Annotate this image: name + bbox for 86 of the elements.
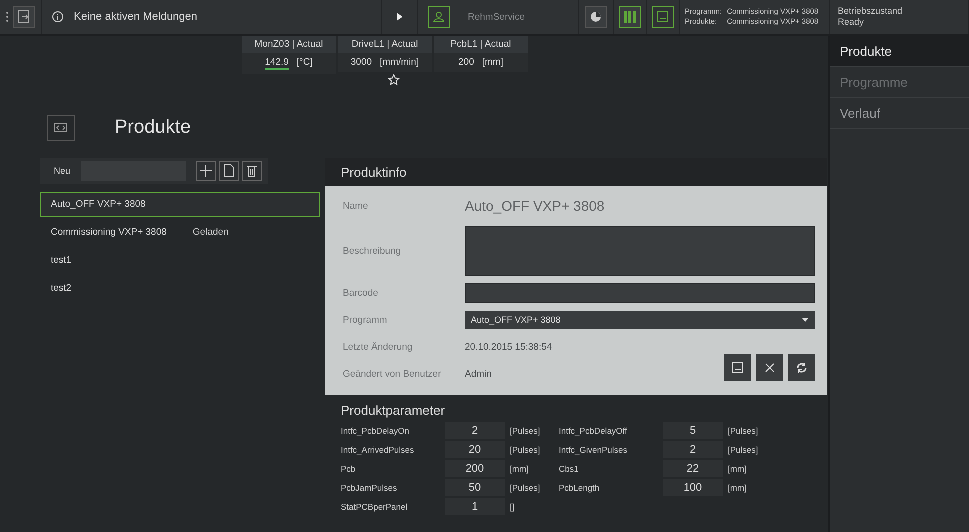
pie-chart-icon[interactable] xyxy=(585,6,607,28)
product-list-item[interactable]: test2 xyxy=(40,276,320,301)
parameter-name: Intfc_PcbDelayOn xyxy=(341,426,411,436)
section-title: Produktparameter xyxy=(341,403,446,418)
add-button[interactable] xyxy=(196,161,216,181)
columns-icon[interactable] xyxy=(619,6,641,28)
field-value: Admin xyxy=(465,368,493,380)
parameter-field[interactable]: 200 xyxy=(445,460,505,477)
field-label: Geändert von Benutzer xyxy=(343,368,442,380)
parameter-unit: [mm] xyxy=(727,464,748,474)
play-icon[interactable] xyxy=(397,13,402,21)
parameter-unit: [mm] xyxy=(509,464,530,474)
parameter-field[interactable]: 5 xyxy=(663,422,723,439)
parameter-unit: [Pulses] xyxy=(509,482,542,492)
field-label: Beschreibung xyxy=(343,246,402,256)
product-list-item[interactable]: test1 xyxy=(40,248,320,273)
parameter-unit: [Pulses] xyxy=(727,426,760,436)
document-icon xyxy=(223,164,235,178)
refresh-icon xyxy=(796,362,808,374)
parameter-name: PcbLength xyxy=(559,482,601,492)
product-list-item[interactable]: Auto_OFF VXP+ 3808 xyxy=(40,192,320,217)
monitor-value: 3000 xyxy=(350,57,372,68)
product-list-item[interactable]: Commissioning VXP+ 3808 Geladen xyxy=(40,220,320,245)
name-value: Auto_OFF VXP+ 3808 xyxy=(465,198,606,214)
parameter-unit: [Pulses] xyxy=(509,444,542,454)
monitor-unit: [°C] xyxy=(296,57,313,70)
sidebar-item[interactable]: Produkte xyxy=(830,36,969,67)
monitor-value: 200 xyxy=(458,57,474,68)
state-label: Betriebszustand xyxy=(838,6,903,17)
parameter-field[interactable]: 22 xyxy=(663,460,723,477)
parameter-field[interactable]: 1 xyxy=(445,498,505,515)
field-label: Letzte Änderung xyxy=(343,342,414,352)
caret-icon xyxy=(802,318,809,322)
parameter-field[interactable]: 100 xyxy=(663,479,723,496)
parameter-name: PcbJamPulses xyxy=(341,482,398,492)
exit-icon[interactable] xyxy=(13,6,35,28)
monitor-value: 142.9 xyxy=(265,57,289,70)
parameter-name: Intfc_PcbDelayOff xyxy=(559,426,628,436)
program-dropdown[interactable]: Auto_OFF VXP+ 3808 xyxy=(465,311,815,329)
save-icon xyxy=(732,362,744,374)
monitor-unit: [mm/min] xyxy=(380,57,420,68)
panel-title: Produktinfo xyxy=(325,158,827,186)
parameter-name: StatPCBperPanel xyxy=(341,502,409,512)
user-icon[interactable] xyxy=(428,6,450,28)
parameter-name: Cbs1 xyxy=(559,464,580,474)
save-button[interactable] xyxy=(724,354,751,381)
status-text: Geladen xyxy=(192,227,229,238)
field-label: Barcode xyxy=(343,288,380,298)
parameter-field[interactable]: 2 xyxy=(663,441,723,458)
close-icon xyxy=(764,362,774,372)
parameter-field[interactable]: 20 xyxy=(445,441,505,458)
parameter-name: Intfc_ArrivedPulses xyxy=(341,444,416,454)
user-name: RehmService xyxy=(468,12,526,22)
page-title: Produkte xyxy=(115,117,192,139)
plus-icon xyxy=(199,164,213,178)
star-icon[interactable] xyxy=(388,74,400,86)
monitor-title: MonZ03 | Actual xyxy=(242,36,336,53)
copy-button[interactable] xyxy=(219,161,239,181)
parameter-unit: [] xyxy=(509,502,516,512)
field-label: Name xyxy=(343,200,370,212)
field-value: 20.10.2015 15:38:54 xyxy=(465,342,554,352)
monitor-icon[interactable] xyxy=(652,6,674,28)
delete-button[interactable] xyxy=(242,161,262,181)
close-button[interactable] xyxy=(756,354,783,381)
parameter-field[interactable]: 50 xyxy=(445,479,505,496)
info-icon xyxy=(52,11,64,23)
description-field[interactable] xyxy=(465,226,815,276)
monitor-title: DriveL1 | Actual xyxy=(338,36,432,53)
parameter-name: Intfc_GivenPulses xyxy=(559,444,629,454)
parameter-unit: [mm] xyxy=(727,482,748,492)
drag-handle-icon xyxy=(6,11,9,23)
monitor-title: PcbL1 | Actual xyxy=(434,36,528,53)
parameter-unit: [Pulses] xyxy=(727,444,760,454)
new-label: Neu xyxy=(54,166,72,176)
product-icon xyxy=(47,115,75,141)
field-label: Programm xyxy=(343,314,388,326)
sidebar-item[interactable]: Verlauf xyxy=(830,98,969,129)
trash-icon xyxy=(246,164,258,178)
parameter-unit: [Pulses] xyxy=(509,426,542,436)
barcode-field[interactable] xyxy=(465,283,815,303)
parameter-name: Pcb xyxy=(341,464,357,474)
parameter-field[interactable]: 2 xyxy=(445,422,505,439)
state-value: Ready xyxy=(838,17,866,28)
refresh-button[interactable] xyxy=(788,354,815,381)
message-text: Keine aktiven Meldungen xyxy=(74,11,198,23)
monitor-unit: [mm] xyxy=(482,57,504,68)
